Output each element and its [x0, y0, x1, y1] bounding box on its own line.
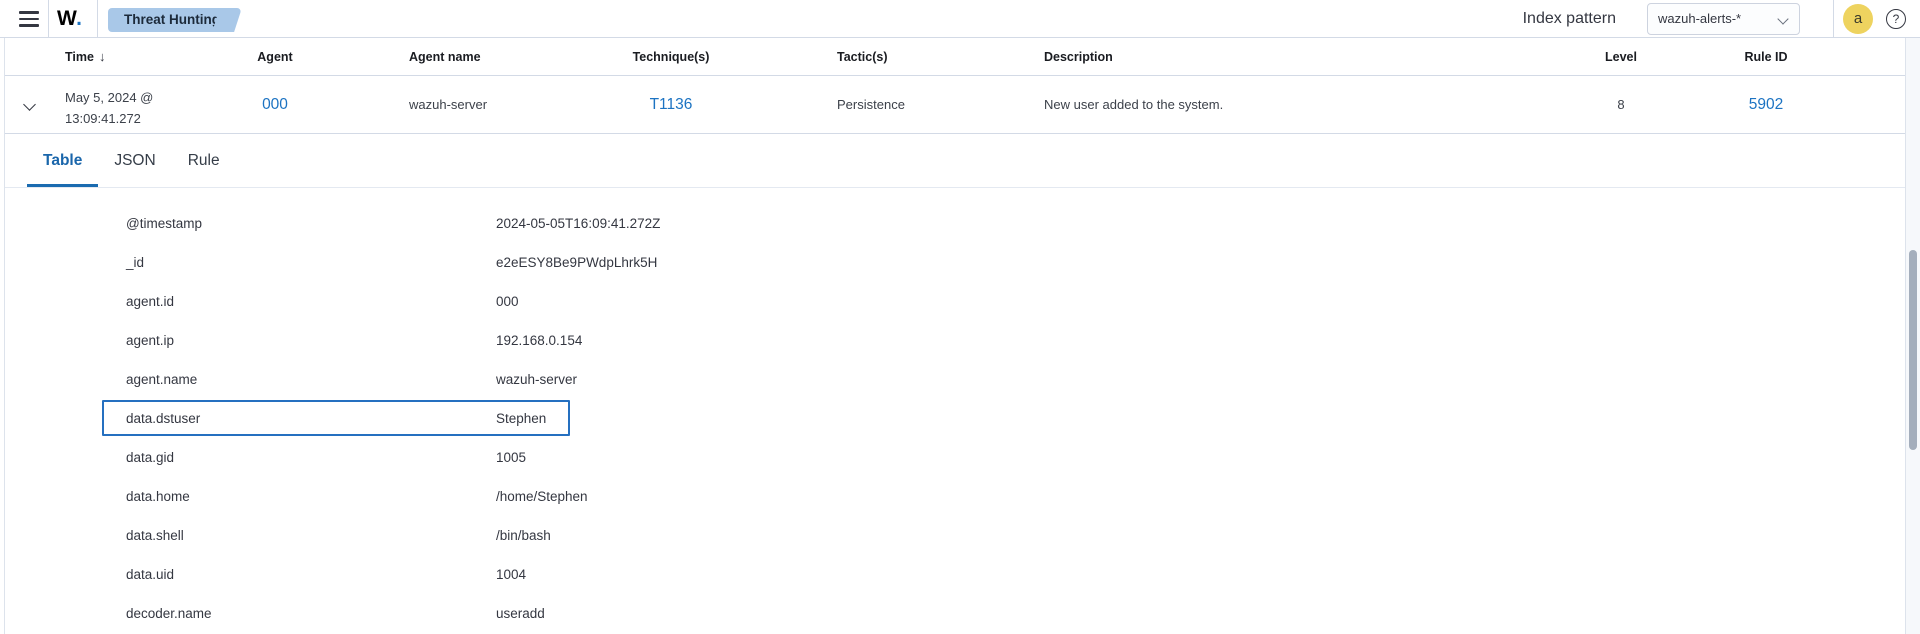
field-row-timestamp: @timestamp 2024-05-05T16:09:41.272Z: [5, 204, 1905, 243]
field-value: Stephen: [496, 399, 546, 438]
avatar[interactable]: a: [1843, 4, 1873, 34]
alert-technique-cell: T1136: [609, 76, 733, 133]
sort-desc-icon[interactable]: ↓: [99, 49, 106, 64]
column-header-techniques[interactable]: Technique(s): [609, 38, 733, 75]
tab-json[interactable]: JSON: [98, 134, 171, 187]
field-row-data-dstuser: data.dstuser Stephen: [5, 399, 1905, 438]
field-row-agent-name: agent.name wazuh-server: [5, 360, 1905, 399]
field-name: @timestamp: [126, 204, 202, 243]
field-name: _id: [126, 243, 144, 282]
wazuh-threat-hunting-page: W. Threat Hunting Index pattern wazuh-al…: [0, 0, 1920, 634]
column-header-level[interactable]: Level: [1581, 38, 1661, 75]
wazuh-logo[interactable]: W.: [57, 0, 83, 38]
field-name: data.uid: [126, 555, 174, 594]
column-header-time[interactable]: Time ↓: [65, 38, 105, 75]
field-value: /home/Stephen: [496, 477, 588, 516]
menu-icon[interactable]: [10, 0, 48, 38]
vertical-scrollbar-track[interactable]: [1905, 38, 1920, 634]
field-value: 1005: [496, 438, 526, 477]
index-pattern-label: Index pattern: [1404, 0, 1616, 38]
topbar-divider: [48, 0, 49, 38]
help-icon[interactable]: ?: [1886, 9, 1906, 29]
field-name: agent.name: [126, 360, 197, 399]
column-header-agent[interactable]: Agent: [223, 38, 327, 75]
tab-table[interactable]: Table: [27, 134, 98, 187]
tab-rule[interactable]: Rule: [172, 134, 236, 187]
detail-tabs: Table JSON Rule: [5, 134, 1905, 188]
field-value: e2eESY8Be9PWdpLhrk5H: [496, 243, 657, 282]
column-header-description[interactable]: Description: [1044, 38, 1113, 75]
field-name: agent.ip: [126, 321, 174, 360]
column-header-tactics[interactable]: Tactic(s): [837, 38, 887, 75]
column-header-agent-name[interactable]: Agent name: [409, 38, 481, 75]
field-name: agent.id: [126, 282, 174, 321]
field-name: data.gid: [126, 438, 174, 477]
vertical-scrollbar-thumb[interactable]: [1909, 250, 1917, 450]
field-row-decoder-name: decoder.name useradd: [5, 594, 1905, 633]
field-value: /bin/bash: [496, 516, 551, 555]
detail-field-table: @timestamp 2024-05-05T16:09:41.272Z _id e2…: [5, 188, 1905, 633]
field-value: 192.168.0.154: [496, 321, 582, 360]
alert-time: May 5, 2024 @ 13:09:41.272: [65, 76, 153, 133]
field-row-data-home: data.home/home/Stephen: [5, 477, 1905, 516]
agent-link[interactable]: 000: [262, 96, 288, 114]
column-header-rule-id[interactable]: Rule ID: [1701, 38, 1831, 75]
column-label: Time: [65, 50, 94, 64]
field-row-agent-id: agent.id 000: [5, 282, 1905, 321]
field-name: data.shell: [126, 516, 184, 555]
alert-agent-name: wazuh-server: [409, 76, 487, 133]
field-value: 1004: [496, 555, 526, 594]
field-name: data.home: [126, 477, 190, 516]
field-row-data-gid: data.gid 1005: [5, 438, 1905, 477]
field-row-data-shell: data.shell/bin/bash: [5, 516, 1905, 555]
chevron-down-icon: [1777, 13, 1788, 24]
alert-description: New user added to the system.: [1044, 76, 1223, 133]
topbar-divider: [1833, 0, 1834, 38]
field-value: useradd: [496, 594, 545, 633]
alert-rule-id-cell: 5902: [1701, 76, 1831, 133]
alert-time-line2: 13:09:41.272: [65, 111, 141, 126]
field-value: 2024-05-05T16:09:41.272Z: [496, 204, 660, 243]
field-value: wazuh-server: [496, 360, 577, 399]
alert-time-line1: May 5, 2024 @: [65, 90, 153, 105]
logo-letter: W: [57, 7, 76, 30]
breadcrumb-tab-threat-hunting[interactable]: Threat Hunting: [108, 8, 224, 32]
alerts-content: Time ↓ Agent Agent name Technique(s) Tact…: [4, 38, 1905, 634]
index-pattern-value: wazuh-alerts-*: [1658, 4, 1741, 34]
alert-tactic: Persistence: [837, 76, 905, 133]
field-row-data-uid: data.uid 1004: [5, 555, 1905, 594]
index-pattern-select[interactable]: wazuh-alerts-*: [1647, 3, 1800, 35]
field-value: 000: [496, 282, 519, 321]
alerts-table-header: Time ↓ Agent Agent name Technique(s) Tact…: [5, 38, 1905, 76]
field-name: data.dstuser: [126, 399, 200, 438]
logo-dot: .: [76, 7, 82, 30]
field-row-agent-ip: agent.ip 192.168.0.154: [5, 321, 1905, 360]
collapse-row-chevron-icon[interactable]: [17, 93, 43, 119]
topbar-divider: [97, 0, 98, 38]
technique-link[interactable]: T1136: [650, 96, 693, 114]
field-name: decoder.name: [126, 594, 212, 633]
field-row-id: _id e2eESY8Be9PWdpLhrk5H: [5, 243, 1905, 282]
rule-id-link[interactable]: 5902: [1749, 96, 1783, 114]
alert-table-row: May 5, 2024 @ 13:09:41.272 000 wazuh-serv…: [5, 76, 1905, 134]
alert-agent-cell: 000: [223, 76, 327, 133]
alert-level: 8: [1581, 76, 1661, 133]
top-navigation-bar: W. Threat Hunting Index pattern wazuh-al…: [0, 0, 1920, 38]
